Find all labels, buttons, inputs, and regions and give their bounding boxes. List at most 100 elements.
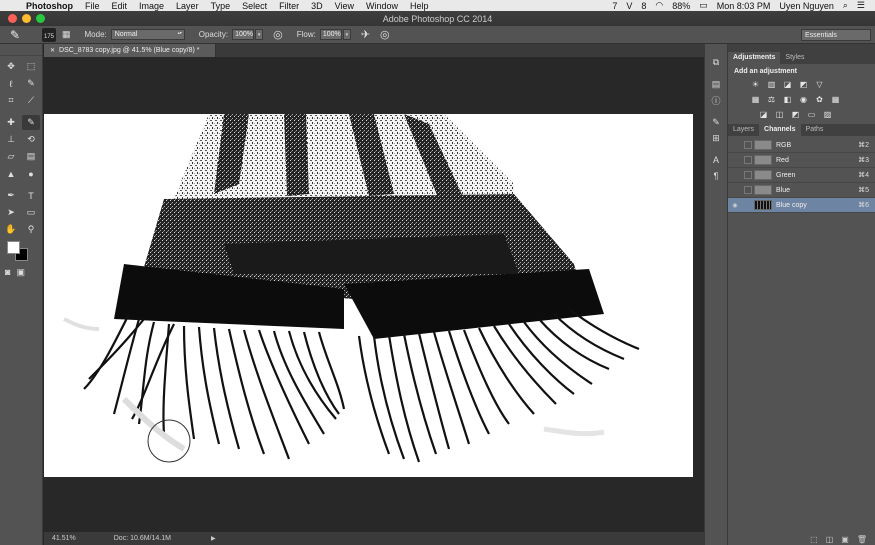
tab-channels[interactable]: Channels bbox=[759, 124, 801, 136]
history-panel-icon[interactable]: ⧉ bbox=[705, 54, 727, 70]
menu-select[interactable]: Select bbox=[236, 1, 273, 11]
channel-row-rgb[interactable]: RGB ⌘2 bbox=[728, 138, 875, 153]
brush-tool-preset-icon[interactable]: ✎ bbox=[10, 28, 30, 42]
hand-tool-icon[interactable]: ✋ bbox=[2, 222, 20, 237]
eraser-tool-icon[interactable]: ▱ bbox=[2, 149, 20, 164]
status-icon-v[interactable]: V bbox=[626, 1, 632, 11]
info-panel-icon[interactable]: ⓘ bbox=[705, 92, 727, 108]
foreground-color-swatch[interactable] bbox=[7, 241, 20, 254]
properties-panel-icon[interactable]: ▤ bbox=[705, 76, 727, 92]
pen-tool-icon[interactable]: ✒ bbox=[2, 188, 20, 203]
screen-mode-icon[interactable]: ▣ bbox=[16, 267, 25, 278]
character-panel-icon[interactable]: A bbox=[705, 152, 727, 168]
threshold-icon[interactable]: ◩ bbox=[790, 109, 801, 119]
brush-tool-icon[interactable]: ✎ bbox=[22, 115, 40, 130]
menu-window[interactable]: Window bbox=[360, 1, 404, 11]
path-selection-tool-icon[interactable]: ➤ bbox=[2, 205, 20, 220]
tab-styles[interactable]: Styles bbox=[780, 52, 809, 64]
eye-icon[interactable]: ◉ bbox=[728, 202, 742, 209]
gradient-map-icon[interactable]: ▭ bbox=[806, 109, 817, 119]
channel-row-red[interactable]: Red ⌘3 bbox=[728, 153, 875, 168]
menu-edit[interactable]: Edit bbox=[106, 1, 134, 11]
pressure-size-icon[interactable]: ◎ bbox=[380, 28, 390, 41]
zoom-window-button[interactable] bbox=[36, 14, 45, 23]
lasso-tool-icon[interactable]: ℓ bbox=[2, 76, 20, 91]
status-icon-7[interactable]: 7 bbox=[612, 1, 617, 11]
quick-selection-tool-icon[interactable]: ✎ bbox=[22, 76, 40, 91]
battery-percent[interactable]: 88% bbox=[672, 1, 690, 11]
tools-panel-grip[interactable] bbox=[0, 44, 42, 56]
document-canvas[interactable] bbox=[44, 114, 693, 477]
load-selection-icon[interactable]: ⬚ bbox=[810, 535, 818, 544]
delete-channel-icon[interactable]: 🗑 bbox=[857, 535, 867, 544]
menu-type[interactable]: Type bbox=[205, 1, 237, 11]
canvas-area[interactable] bbox=[44, 57, 704, 532]
menu-image[interactable]: Image bbox=[133, 1, 170, 11]
tab-layers[interactable]: Layers bbox=[728, 124, 759, 136]
close-window-button[interactable] bbox=[8, 14, 17, 23]
color-balance-icon[interactable]: ⚖ bbox=[766, 94, 777, 104]
notification-center-icon[interactable]: ☰ bbox=[857, 0, 865, 11]
brush-presets-icon[interactable]: ⊞ bbox=[705, 130, 727, 146]
menu-photoshop[interactable]: Photoshop bbox=[14, 1, 79, 11]
menu-file[interactable]: File bbox=[79, 1, 106, 11]
opacity-dropdown[interactable]: ▾ bbox=[255, 29, 264, 40]
posterize-icon[interactable]: ◫ bbox=[774, 109, 785, 119]
brightness-contrast-icon[interactable]: ☀ bbox=[750, 79, 761, 89]
menu-layer[interactable]: Layer bbox=[170, 1, 205, 11]
photo-filter-icon[interactable]: ◉ bbox=[798, 94, 809, 104]
rectangle-tool-icon[interactable]: ▭ bbox=[22, 205, 40, 220]
menu-filter[interactable]: Filter bbox=[273, 1, 305, 11]
brush-panel-icon[interactable]: ▦ bbox=[62, 29, 71, 40]
wifi-icon[interactable]: ◠ bbox=[655, 0, 663, 11]
tab-paths[interactable]: Paths bbox=[801, 124, 829, 136]
battery-icon[interactable]: ▭ bbox=[699, 0, 708, 11]
menu-view[interactable]: View bbox=[329, 1, 360, 11]
brush-panel-icon[interactable]: ✎ bbox=[705, 114, 727, 130]
crop-tool-icon[interactable]: ⌗ bbox=[2, 93, 20, 108]
channel-row-blue-copy[interactable]: ◉ Blue copy ⌘6 bbox=[728, 198, 875, 213]
close-tab-icon[interactable]: ✕ bbox=[50, 48, 55, 54]
selective-color-icon[interactable]: ▨ bbox=[822, 109, 833, 119]
opacity-input[interactable]: 100% bbox=[232, 29, 255, 40]
levels-icon[interactable]: ▥ bbox=[766, 79, 777, 89]
gradient-tool-icon[interactable]: ▤ bbox=[22, 149, 40, 164]
marquee-tool-icon[interactable]: ⬚ bbox=[22, 59, 40, 74]
tab-adjustments[interactable]: Adjustments bbox=[728, 52, 781, 64]
new-channel-icon[interactable]: ▣ bbox=[841, 535, 849, 544]
save-selection-icon[interactable]: ◫ bbox=[826, 535, 834, 544]
minimize-window-button[interactable] bbox=[22, 14, 31, 23]
type-tool-icon[interactable]: T bbox=[22, 188, 40, 203]
black-white-icon[interactable]: ◧ bbox=[782, 94, 793, 104]
clock[interactable]: Mon 8:03 PM bbox=[717, 1, 771, 11]
blur-tool-icon[interactable]: ▲ bbox=[2, 166, 20, 181]
status-menu-arrow-icon[interactable]: ▶ bbox=[211, 535, 216, 542]
eyedropper-tool-icon[interactable]: ⟋ bbox=[22, 93, 40, 108]
airbrush-icon[interactable]: ✈ bbox=[361, 28, 370, 41]
channel-mixer-icon[interactable]: ✿ bbox=[814, 94, 825, 104]
healing-brush-tool-icon[interactable]: ✚ bbox=[2, 115, 20, 130]
mode-select[interactable]: Normal bbox=[110, 29, 185, 40]
exposure-icon[interactable]: ◩ bbox=[798, 79, 809, 89]
invert-icon[interactable]: ◪ bbox=[758, 109, 769, 119]
move-tool-icon[interactable]: ✥ bbox=[2, 59, 20, 74]
menu-help[interactable]: Help bbox=[404, 1, 435, 11]
paragraph-panel-icon[interactable]: ¶ bbox=[705, 168, 727, 184]
history-brush-tool-icon[interactable]: ⟲ bbox=[22, 132, 40, 147]
brush-size-picker[interactable]: 175 bbox=[42, 27, 56, 42]
flow-input[interactable]: 100% bbox=[319, 29, 342, 40]
workspace-select[interactable]: Essentials bbox=[801, 29, 871, 41]
channel-row-blue[interactable]: Blue ⌘5 bbox=[728, 183, 875, 198]
document-tab[interactable]: ✕ DSC_8783 copy.jpg @ 41.5% (Blue copy/8)… bbox=[44, 44, 216, 57]
quick-mask-icon[interactable]: ◙ bbox=[5, 267, 10, 278]
vibrance-icon[interactable]: ▽ bbox=[814, 79, 825, 89]
zoom-tool-icon[interactable]: ⚲ bbox=[22, 222, 40, 237]
status-icon-8[interactable]: 8 bbox=[641, 1, 646, 11]
pressure-opacity-icon[interactable]: ◎ bbox=[273, 28, 283, 41]
curves-icon[interactable]: ◪ bbox=[782, 79, 793, 89]
channel-row-green[interactable]: Green ⌘4 bbox=[728, 168, 875, 183]
flow-dropdown[interactable]: ▾ bbox=[342, 29, 351, 40]
dodge-tool-icon[interactable]: ● bbox=[22, 166, 40, 181]
clone-stamp-tool-icon[interactable]: ⊥ bbox=[2, 132, 20, 147]
color-lookup-icon[interactable]: ▦ bbox=[830, 94, 841, 104]
